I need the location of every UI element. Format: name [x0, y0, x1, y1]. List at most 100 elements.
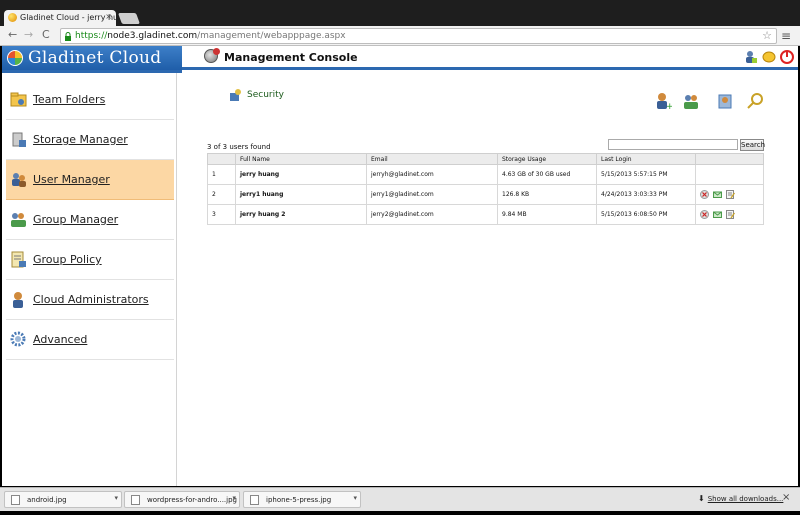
- search-users-icon[interactable]: [746, 92, 764, 110]
- file-icon: [131, 495, 140, 505]
- group-manager-icon: [11, 213, 26, 227]
- file-icon: [250, 495, 259, 505]
- column-header-actions: [695, 153, 764, 165]
- show-all-label: Show all downloads...: [707, 495, 784, 503]
- sidebar-item-user-manager[interactable]: User Manager: [6, 160, 174, 200]
- management-console-icon: [204, 48, 220, 63]
- tab-close-icon[interactable]: ×: [105, 12, 112, 21]
- new-tab-button[interactable]: [117, 13, 141, 24]
- sidebar-divider: [176, 73, 177, 486]
- sidebar-item-team-folders[interactable]: Team Folders: [6, 80, 174, 120]
- brand-underline: [2, 70, 182, 73]
- edit-user-icon[interactable]: [726, 210, 735, 219]
- close-downloads-icon[interactable]: ×: [782, 492, 790, 503]
- forward-arrow-icon[interactable]: →: [24, 28, 33, 41]
- file-icon: [11, 495, 20, 505]
- security-icon: [230, 89, 241, 101]
- user-last-login: 5/15/2013 5:57:15 PM: [596, 164, 696, 185]
- bookmark-star-icon[interactable]: ☆: [762, 29, 772, 42]
- browser-window: Gladinet Cloud - jerry hua × ← → C https…: [0, 0, 800, 515]
- sidebar-item-label: User Manager: [33, 173, 110, 186]
- reload-icon[interactable]: C: [42, 28, 50, 41]
- sidebar-item-label: Group Manager: [33, 213, 119, 226]
- chrome-menu-icon[interactable]: ≡: [781, 29, 791, 43]
- security-label: Security: [247, 90, 284, 100]
- email-user-icon[interactable]: [713, 210, 722, 219]
- column-header-email[interactable]: Email: [366, 153, 498, 165]
- show-all-downloads-link[interactable]: ⬇ Show all downloads...: [698, 494, 783, 503]
- storage-manager-icon: [12, 132, 26, 147]
- user-last-login: 4/24/2013 3:03:33 PM: [596, 184, 696, 205]
- svg-text:+: +: [666, 102, 672, 110]
- power-logout-icon[interactable]: [780, 50, 794, 64]
- address-bar[interactable]: https://node3.gladinet.com/management/we…: [60, 28, 777, 44]
- delete-user-icon[interactable]: [700, 190, 709, 199]
- url-path: /management/webapppage.aspx: [197, 31, 346, 41]
- row-number: 1: [207, 164, 236, 185]
- user-last-login: 5/15/2013 6:08:50 PM: [596, 204, 696, 225]
- download-dropdown-icon[interactable]: ▾: [114, 494, 118, 502]
- user-full-name[interactable]: jerry huang 2: [235, 204, 367, 225]
- email-user-icon[interactable]: [713, 190, 722, 199]
- sidebar-item-label: Cloud Administrators: [33, 293, 149, 306]
- edit-user-icon[interactable]: [726, 190, 735, 199]
- help-chat-icon[interactable]: [762, 50, 776, 64]
- download-filename: android.jpg: [27, 496, 67, 504]
- brand-title: Gladinet Cloud: [28, 48, 162, 68]
- user-storage-usage: 9.84 MB: [497, 204, 597, 225]
- search-input[interactable]: [608, 139, 738, 150]
- column-header-number: [207, 153, 236, 165]
- search-button[interactable]: Search: [740, 139, 765, 151]
- download-filename: iphone-5-press.jpg: [266, 496, 332, 504]
- gladinet-app: Gladinet Cloud Management Console Team F…: [2, 46, 798, 486]
- add-group-icon[interactable]: [682, 92, 700, 110]
- advanced-gear-icon: [10, 331, 26, 347]
- column-header-full-name[interactable]: Full Name: [235, 153, 367, 165]
- table-row[interactable]: 3 jerry huang 2 jerry2@gladinet.com 9.84…: [207, 204, 764, 225]
- user-settings-icon[interactable]: [744, 50, 758, 64]
- add-user-icon[interactable]: +: [654, 92, 672, 110]
- browser-toolbar: ← → C https://node3.gladinet.com/managem…: [0, 26, 800, 46]
- gladinet-favicon-icon: [8, 13, 17, 22]
- row-number: 2: [207, 184, 236, 205]
- sidebar-item-cloud-administrators[interactable]: Cloud Administrators: [6, 280, 174, 320]
- user-full-name[interactable]: jerry huang: [235, 164, 367, 185]
- table-row[interactable]: 1 jerry huang jerryh@gladinet.com 4.63 G…: [207, 164, 764, 185]
- cloud-administrators-icon: [13, 292, 23, 308]
- sidebar-item-label: Storage Manager: [33, 133, 128, 146]
- lock-icon: [65, 32, 71, 41]
- browser-tab[interactable]: Gladinet Cloud - jerry hua ×: [4, 10, 116, 26]
- column-header-storage-usage[interactable]: Storage Usage: [497, 153, 597, 165]
- download-item-android[interactable]: android.jpg ▾: [4, 491, 122, 508]
- sidebar-item-label: Group Policy: [33, 253, 102, 266]
- download-arrow-icon: ⬇: [698, 494, 705, 503]
- sidebar: Team Folders Storage Manager User Manage…: [6, 80, 174, 486]
- user-manager-icon: [12, 173, 26, 187]
- download-item-iphone[interactable]: iphone-5-press.jpg ▾: [243, 491, 361, 508]
- row-number: 3: [207, 204, 236, 225]
- row-actions: [695, 164, 764, 185]
- back-arrow-icon[interactable]: ←: [8, 28, 17, 41]
- download-filename: wordpress-for-andro....jpg: [147, 496, 237, 504]
- user-email: jerryh@gladinet.com: [366, 164, 498, 185]
- sidebar-item-label: Advanced: [33, 333, 88, 346]
- delete-user-icon[interactable]: [700, 210, 709, 219]
- user-email: jerry2@gladinet.com: [366, 204, 498, 225]
- page-title: Management Console: [224, 51, 358, 64]
- sidebar-item-group-policy[interactable]: Group Policy: [6, 240, 174, 280]
- download-dropdown-icon[interactable]: ▾: [353, 494, 357, 502]
- sidebar-item-label: Team Folders: [33, 93, 106, 106]
- sidebar-item-advanced[interactable]: Advanced: [6, 320, 174, 360]
- import-users-icon[interactable]: [716, 92, 734, 110]
- sidebar-item-group-manager[interactable]: Group Manager: [6, 200, 174, 240]
- column-header-last-login[interactable]: Last Login: [596, 153, 696, 165]
- sidebar-item-storage-manager[interactable]: Storage Manager: [6, 120, 174, 160]
- header-bar: Management Console: [182, 46, 798, 70]
- download-dropdown-icon[interactable]: ▾: [232, 494, 236, 502]
- row-actions: [695, 184, 764, 205]
- user-full-name[interactable]: jerry1 huang: [235, 184, 367, 205]
- tab-title: Gladinet Cloud - jerry hua: [20, 13, 116, 22]
- row-actions: [695, 204, 764, 225]
- download-item-wordpress[interactable]: wordpress-for-andro....jpg ▾: [124, 491, 240, 508]
- table-row[interactable]: 2 jerry1 huang jerry1@gladinet.com 126.8…: [207, 184, 764, 205]
